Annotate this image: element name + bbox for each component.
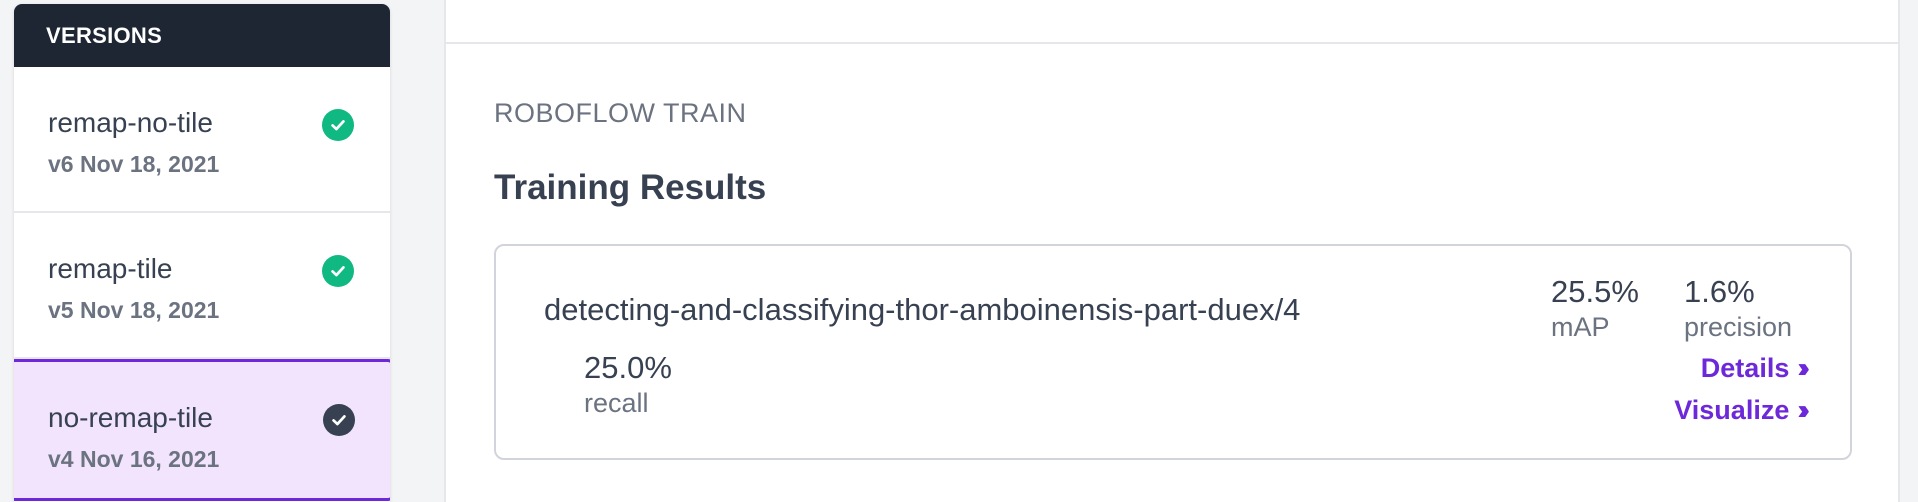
main-panel: ROBOFLOW TRAIN Training Results detectin…	[444, 44, 1900, 502]
version-item-no-remap-tile[interactable]: no-remap-tile v4 Nov 16, 2021	[14, 359, 390, 501]
double-chevron-right-icon: ››	[1797, 394, 1809, 425]
version-item-remap-tile[interactable]: remap-tile v5 Nov 18, 2021	[14, 213, 390, 359]
precision-metric: 1.6% precision	[1684, 274, 1792, 343]
main-top-panel	[444, 0, 1900, 44]
visualize-link[interactable]: Visualize ››	[1674, 394, 1809, 426]
recall-label: recall	[584, 388, 649, 418]
check-circle-icon	[322, 109, 354, 141]
version-meta: v6 Nov 18, 2021	[48, 151, 220, 177]
recall-metric: 25.0% recall	[584, 350, 672, 419]
visualize-link-label: Visualize	[1674, 394, 1790, 425]
section-title: Training Results	[494, 168, 767, 207]
version-item-remap-no-tile[interactable]: remap-no-tile v6 Nov 18, 2021	[14, 67, 390, 213]
precision-label: precision	[1684, 312, 1793, 342]
versions-header: VERSIONS	[14, 4, 390, 67]
version-meta: v5 Nov 18, 2021	[48, 297, 220, 323]
versions-sidebar: VERSIONS remap-no-tile v6 Nov 18, 2021 r…	[14, 4, 390, 502]
recall-value: 25.0%	[584, 350, 672, 385]
check-circle-icon	[322, 255, 354, 287]
details-link-label: Details	[1700, 352, 1790, 383]
map-metric: 25.5% mAP	[1551, 274, 1639, 343]
map-label: mAP	[1551, 312, 1610, 342]
precision-value: 1.6%	[1684, 274, 1755, 309]
map-value: 25.5%	[1551, 274, 1639, 309]
model-name: detecting-and-classifying-thor-amboinens…	[544, 292, 1301, 327]
double-chevron-right-icon: ››	[1797, 352, 1809, 383]
version-meta: v4 Nov 16, 2021	[48, 446, 220, 472]
training-result-card: detecting-and-classifying-thor-amboinens…	[494, 244, 1852, 460]
check-circle-icon	[323, 404, 355, 436]
section-label: ROBOFLOW TRAIN	[494, 98, 747, 128]
details-link[interactable]: Details ››	[1700, 352, 1810, 384]
